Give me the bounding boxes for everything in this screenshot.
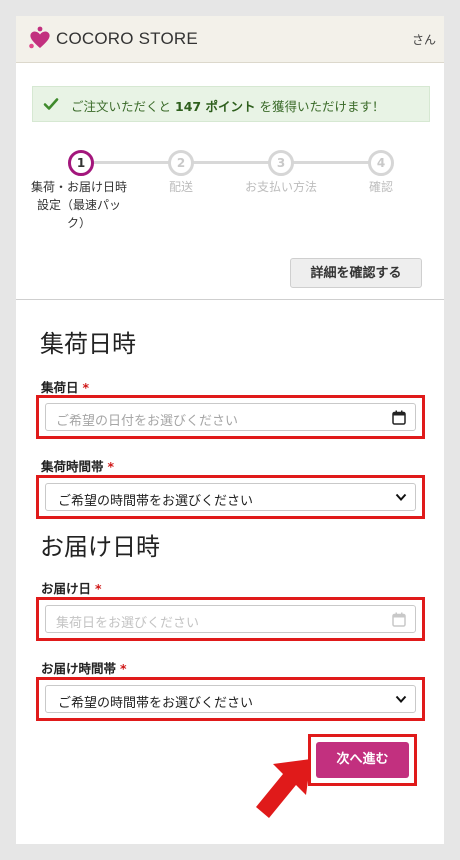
step-1-label-line: 設定（最速パッ	[36, 198, 121, 212]
delivery-date-label: お届け日 *	[41, 578, 102, 597]
required-mark: *	[107, 459, 115, 474]
required-mark: *	[95, 581, 102, 596]
required-mark: *	[120, 661, 127, 676]
step-4-label: 確認	[368, 180, 393, 194]
delivery-time-value: ご希望の時間帯をお選びください	[58, 696, 254, 711]
app-header: COCORO STORE さん	[16, 16, 444, 63]
step-1-label-line: ク）	[66, 216, 91, 230]
step-1-circle: 1	[68, 150, 94, 176]
next-button[interactable]: 次へ進む	[316, 742, 409, 778]
phone-screen: COCORO STORE さん ご注文いただくと 147 ポイント を獲得いただ…	[16, 16, 444, 844]
delivery-time-highlight: ご希望の時間帯をお選びください	[36, 677, 425, 721]
step-connector	[291, 161, 371, 164]
calendar-icon[interactable]	[392, 410, 406, 425]
step-1-label: 集荷・お届け日時 設定（最速パッ ク）	[24, 178, 134, 232]
step-2-circle: 2	[168, 150, 194, 176]
step-connector	[91, 161, 171, 164]
store-name[interactable]: COCORO STORE	[56, 29, 198, 49]
points-message: ご注文いただくと 147 ポイント を獲得いただけます！	[71, 96, 384, 115]
delivery-time-label: お届け時間帯 *	[41, 658, 127, 677]
delivery-date-placeholder: 集荷日をお選びください	[56, 616, 200, 631]
cocoro-logo-icon	[29, 26, 50, 49]
chevron-down-icon[interactable]	[395, 695, 407, 704]
delivery-section-title: お届け日時	[40, 533, 160, 561]
pickup-time-highlight: ご希望の時間帯をお選びください	[36, 475, 425, 519]
delivery-date-input[interactable]: 集荷日をお選びください	[45, 605, 416, 633]
confirm-details-button[interactable]: 詳細を確認する	[290, 258, 422, 288]
checkout-stepper: 1 2 3 4 集荷・お届け日時 設定（最速パッ ク） 配送 お支払い方法 確認	[16, 148, 444, 248]
points-amount: 147 ポイント	[175, 99, 256, 114]
pickup-date-highlight: ご希望の日付をお選びください	[36, 395, 425, 439]
step-4-circle: 4	[368, 150, 394, 176]
pickup-time-select[interactable]: ご希望の時間帯をお選びください	[45, 483, 416, 511]
step-1-label-line: 集荷・お届け日時	[30, 180, 127, 194]
pickup-time-label-text: 集荷時間帯	[41, 459, 104, 474]
pickup-date-label: 集荷日 *	[41, 377, 89, 396]
chevron-down-icon[interactable]	[395, 493, 407, 502]
required-mark: *	[82, 380, 90, 395]
delivery-time-label-text: お届け時間帯	[41, 661, 117, 676]
pickup-section-title: 集荷日時	[40, 330, 136, 358]
delivery-date-label-text: お届け日	[41, 581, 92, 596]
step-3-label: お支払い方法	[244, 180, 317, 194]
divider	[16, 299, 444, 300]
pickup-time-label: 集荷時間帯 *	[41, 456, 114, 475]
pickup-date-label-text: 集荷日	[41, 380, 79, 395]
points-message-after: を獲得いただけます！	[259, 99, 385, 114]
user-greeting[interactable]: さん	[412, 31, 436, 48]
points-message-before: ご注文いただくと	[71, 99, 172, 114]
delivery-time-select[interactable]: ご希望の時間帯をお選びください	[45, 685, 416, 713]
calendar-icon	[392, 612, 406, 627]
step-2-label: 配送	[168, 180, 193, 194]
pickup-time-value: ご希望の時間帯をお選びください	[58, 494, 254, 509]
pointer-arrow-icon	[256, 759, 311, 818]
step-connector	[191, 161, 271, 164]
step-3-circle: 3	[268, 150, 294, 176]
delivery-date-highlight: 集荷日をお選びください	[36, 597, 425, 641]
next-button-highlight: 次へ進む	[308, 734, 417, 786]
check-icon	[43, 98, 59, 110]
points-notice: ご注文いただくと 147 ポイント を獲得いただけます！	[32, 86, 430, 122]
pickup-date-input[interactable]: ご希望の日付をお選びください	[45, 403, 416, 431]
pickup-date-placeholder: ご希望の日付をお選びください	[56, 414, 239, 429]
